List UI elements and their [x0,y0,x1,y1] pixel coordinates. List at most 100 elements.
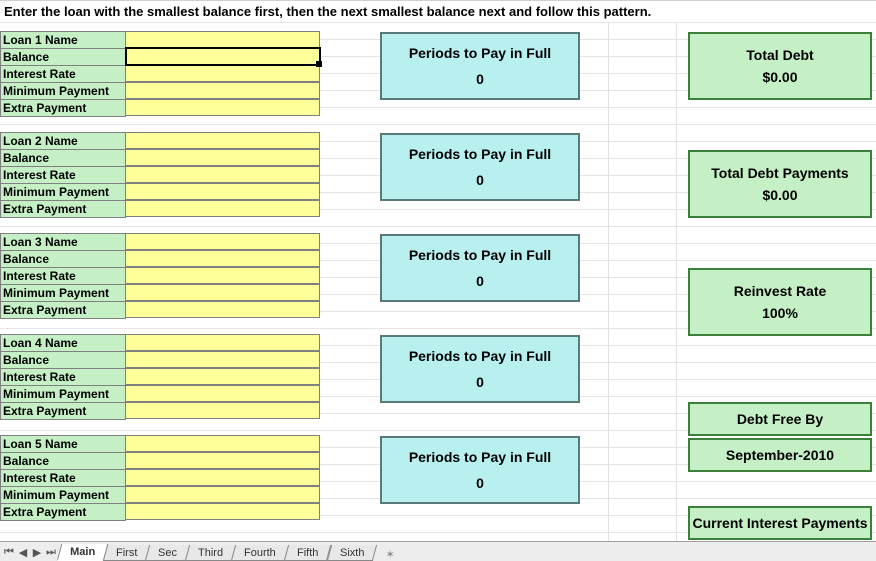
current-interest-payments-box: Current Interest Payments [688,506,872,540]
loan-5-interest-label: Interest Rate [0,469,126,487]
loan-1-minpay-label: Minimum Payment [0,82,126,100]
periods-value-3: 0 [476,273,484,289]
loan-4-interest-input[interactable] [126,368,320,385]
loan-2-minpay-input[interactable] [126,183,320,200]
debt-free-by-label-box: Debt Free By [688,402,872,436]
loan-3-extra-label: Extra Payment [0,301,126,319]
fill-handle[interactable] [316,61,322,67]
periods-title: Periods to Pay in Full [409,146,551,162]
total-debt-payments-value: $0.00 [762,187,797,203]
tab-nav-last-icon[interactable]: ⏭ [44,546,58,559]
tab-nav-prev-icon[interactable]: ◀ [16,546,30,559]
loan-3-name-label: Loan 3 Name [0,233,126,251]
loan-2-balance-label: Balance [0,149,126,167]
periods-value-1: 0 [476,71,484,87]
debt-free-by-label: Debt Free By [737,411,823,427]
tab-sec[interactable]: Sec [145,545,190,561]
periods-box-4: Periods to Pay in Full 0 [380,335,580,403]
loan-4-balance-label: Balance [0,351,126,369]
loan-5-extra-input[interactable] [126,503,320,520]
loan-4-balance-input[interactable] [126,351,320,368]
loan-2-block: Loan 2 Name Balance Interest Rate Minimu… [0,133,320,218]
loan-2-extra-input[interactable] [126,200,320,217]
total-debt-label: Total Debt [746,47,813,63]
periods-value-5: 0 [476,475,484,491]
loan-3-minpay-input[interactable] [126,284,320,301]
loan-2-interest-input[interactable] [126,166,320,183]
loan-3-balance-label: Balance [0,250,126,268]
periods-title: Periods to Pay in Full [409,45,551,61]
reinvest-rate-label: Reinvest Rate [734,283,827,299]
loan-2-balance-input[interactable] [126,149,320,166]
loan-5-minpay-label: Minimum Payment [0,486,126,504]
loan-5-name-label: Loan 5 Name [0,435,126,453]
loan-2-extra-label: Extra Payment [0,200,126,218]
reinvest-rate-value: 100% [762,305,798,321]
total-debt-value: $0.00 [762,69,797,85]
debt-free-by-value-box: September-2010 [688,438,872,472]
loan-1-balance-input[interactable] [126,48,320,65]
new-sheet-icon[interactable]: ✶ [381,548,399,561]
periods-title: Periods to Pay in Full [409,449,551,465]
tab-fourth[interactable]: Fourth [231,545,289,561]
loan-2-minpay-label: Minimum Payment [0,183,126,201]
total-debt-payments-box: Total Debt Payments $0.00 [688,150,872,218]
periods-title: Periods to Pay in Full [409,348,551,364]
loan-1-balance-label: Balance [0,48,126,66]
loan-4-name-input[interactable] [126,334,320,351]
loan-1-interest-label: Interest Rate [0,65,126,83]
loan-3-extra-input[interactable] [126,301,320,318]
loan-1-name-input[interactable] [126,31,320,48]
loan-1-interest-input[interactable] [126,65,320,82]
loan-5-extra-label: Extra Payment [0,503,126,521]
loan-2-name-label: Loan 2 Name [0,132,126,150]
tab-nav-first-icon[interactable]: ⏮ [2,546,16,559]
loan-5-block: Loan 5 Name Balance Interest Rate Minimu… [0,436,320,521]
instruction-text: Enter the loan with the smallest balance… [0,0,876,23]
loan-2-name-input[interactable] [126,132,320,149]
tab-nav-next-icon[interactable]: ▶ [30,546,44,559]
loan-4-minpay-label: Minimum Payment [0,385,126,403]
periods-title: Periods to Pay in Full [409,247,551,263]
current-interest-payments-label: Current Interest Payments [692,515,867,531]
tab-third[interactable]: Third [185,545,236,561]
loan-5-minpay-input[interactable] [126,486,320,503]
loan-3-minpay-label: Minimum Payment [0,284,126,302]
loan-5-balance-input[interactable] [126,452,320,469]
loan-4-extra-input[interactable] [126,402,320,419]
loan-3-interest-input[interactable] [126,267,320,284]
tab-main[interactable]: Main [57,544,109,561]
tab-sixth[interactable]: Sixth [327,545,378,561]
loan-4-name-label: Loan 4 Name [0,334,126,352]
tab-fifth[interactable]: Fifth [284,545,332,561]
loan-4-minpay-input[interactable] [126,385,320,402]
periods-box-5: Periods to Pay in Full 0 [380,436,580,504]
loan-1-block: Loan 1 Name Balance Interest Rate Minimu… [0,32,320,117]
tab-first[interactable]: First [103,545,151,561]
loan-5-interest-input[interactable] [126,469,320,486]
loan-5-balance-label: Balance [0,452,126,470]
loan-1-extra-input[interactable] [126,99,320,116]
loan-2-interest-label: Interest Rate [0,166,126,184]
tab-nav: ⏮ ◀ ▶ ⏭ [0,543,60,561]
loan-3-interest-label: Interest Rate [0,267,126,285]
loan-4-interest-label: Interest Rate [0,368,126,386]
loan-4-extra-label: Extra Payment [0,402,126,420]
periods-box-2: Periods to Pay in Full 0 [380,133,580,201]
loan-5-name-input[interactable] [126,435,320,452]
total-debt-payments-label: Total Debt Payments [711,165,848,181]
loan-1-extra-label: Extra Payment [0,99,126,117]
debt-free-by-value: September-2010 [726,447,834,463]
loan-1-minpay-input[interactable] [126,82,320,99]
loan-1-name-label: Loan 1 Name [0,31,126,49]
loan-3-name-input[interactable] [126,233,320,250]
total-debt-box: Total Debt $0.00 [688,32,872,100]
periods-value-4: 0 [476,374,484,390]
sheet-tab-bar: ⏮ ◀ ▶ ⏭ Main First Sec Third Fourth Fift… [0,541,876,561]
loan-3-block: Loan 3 Name Balance Interest Rate Minimu… [0,234,320,319]
periods-value-2: 0 [476,172,484,188]
loan-3-balance-input[interactable] [126,250,320,267]
loan-4-block: Loan 4 Name Balance Interest Rate Minimu… [0,335,320,420]
reinvest-rate-box: Reinvest Rate 100% [688,268,872,336]
periods-box-1: Periods to Pay in Full 0 [380,32,580,100]
